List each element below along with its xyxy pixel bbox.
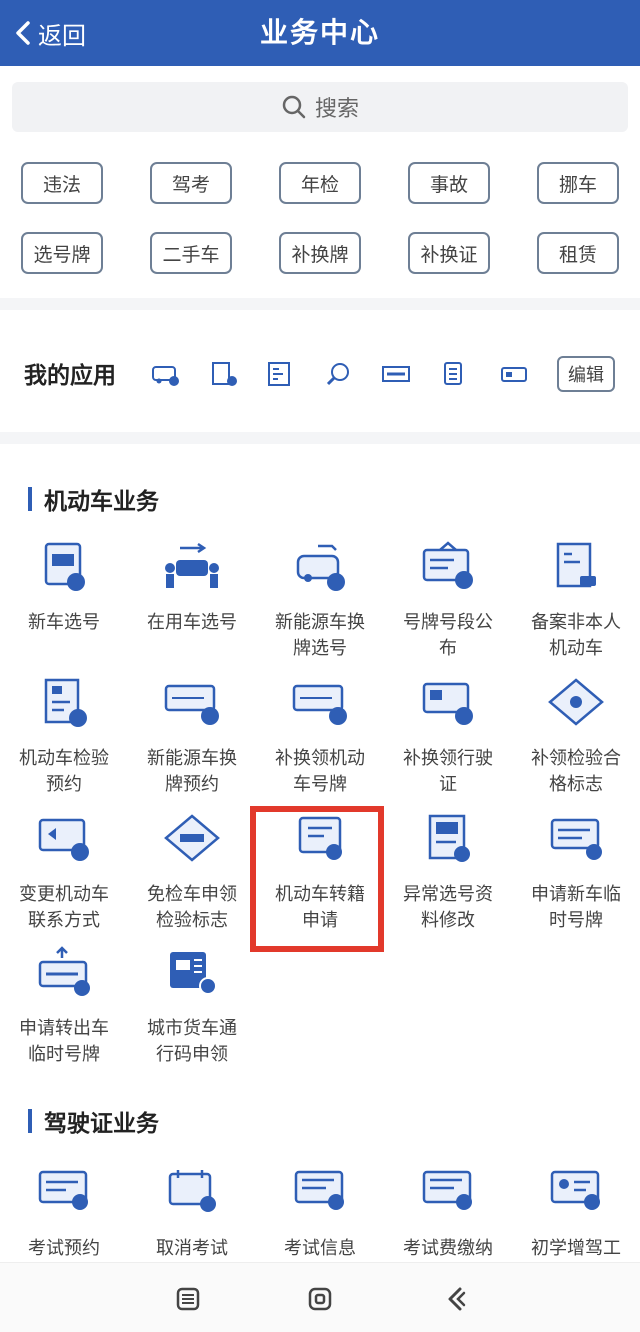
tag-replace-plate[interactable]: 补换牌 [279,232,361,274]
temp-plate-out-icon [38,946,90,996]
service-label: 在用车选号 [147,612,237,633]
tag-rental[interactable]: 租赁 [537,232,619,274]
tag-move-car[interactable]: 挪车 [537,162,619,204]
payment-icon [422,1170,472,1210]
tag-choose-plate[interactable]: 选号牌 [21,232,103,274]
service-exempt-inspection-mark[interactable]: 免检车申领 检验标志 [128,812,256,934]
service-exam-info[interactable]: 考试信息 [256,1166,384,1262]
service-exam-booking[interactable]: 考试预约 [0,1166,128,1262]
search-icon [282,95,306,119]
service-truck-pass[interactable]: 城市货车通 行码申领 [128,946,256,1068]
search-placeholder: 搜索 [314,97,359,122]
car-icon[interactable] [150,360,180,388]
service-label: 补换领机动 车号牌 [275,748,365,795]
service-replace-plate[interactable]: 补换领机动 车号牌 [256,676,384,798]
service-transfer-out-temp-plate[interactable]: 申请转出车 临时号牌 [0,946,128,1068]
system-nav-bar [0,1262,640,1332]
plate-replace-icon [292,684,347,725]
page-title: 业务中心 [259,16,380,49]
ev-car-icon [296,544,345,591]
service-plate-range[interactable]: 号牌号段公布 [384,540,512,662]
service-label: 异常选号资 料修改 [403,884,493,931]
service-change-contact[interactable]: 变更机动车 联系方式 [0,812,128,934]
list-icon[interactable] [440,360,470,388]
exam-reserve-icon [38,1170,88,1210]
exempt-badge-icon [164,814,220,862]
form-icon[interactable] [265,360,295,388]
my-apps-label: 我的应用 [24,363,116,389]
service-new-car-temp-plate[interactable]: 申请新车临 时号牌 [512,812,640,934]
service-label: 申请转出车 临时号牌 [19,1018,109,1065]
board-icon [422,541,473,589]
service-inspection-booking[interactable]: 机动车检验 预约 [0,676,128,798]
service-label: 考试费缴纳 [403,1238,493,1259]
tag-accident[interactable]: 事故 [408,162,490,204]
diamond-badge-icon [548,678,604,726]
contact-change-icon [38,818,89,861]
registration-icon [556,542,596,588]
service-label: 考试信息 [284,1238,356,1259]
back-icon[interactable] [442,1285,470,1313]
new-car-icon [44,542,85,591]
service-cancel-exam[interactable]: 取消考试 [128,1166,256,1262]
service-label: 号牌号段公布 [403,612,493,659]
service-replace-driving-permit[interactable]: 补换领行驶证 [384,676,512,798]
license-replace-icon [422,682,473,725]
tag-driving-test[interactable]: 驾考 [150,162,232,204]
search-input[interactable]: 搜索 [12,82,628,132]
divider [0,432,640,444]
tag-annual-inspection[interactable]: 年检 [279,162,361,204]
service-label: 免检车申领 检验标志 [147,884,237,931]
service-label: 取消考试 [156,1238,228,1259]
menu-icon[interactable] [174,1285,202,1313]
divider [0,298,640,310]
service-label: 变更机动车 联系方式 [19,884,109,931]
service-ev-plate[interactable]: 新能源车换 牌选号 [256,540,384,662]
service-used-car-plate[interactable]: 在用车选号 [128,540,256,636]
car-exchange-icon [165,542,219,588]
service-label: 新车选号 [28,612,100,633]
service-label: 新能源车换 牌选号 [275,612,365,659]
document-icon[interactable] [208,360,238,388]
service-register-others-vehicle[interactable]: 备案非本人 机动车 [512,540,640,662]
service-replace-inspection-mark[interactable]: 补领检验合 格标志 [512,676,640,798]
service-new-car-plate[interactable]: 新车选号 [0,540,128,636]
inspection-icon [44,678,87,727]
exam-info-icon [294,1170,344,1210]
service-label: 补领检验合 格标志 [531,748,621,795]
service-label: 申请新车临 时号牌 [531,884,621,931]
edit-doc-icon [428,814,470,862]
service-label: 初学增驾工 [531,1238,621,1259]
temp-plate-icon [550,818,602,860]
license-section-title: 驾驶证业务 [28,1104,159,1138]
vehicle-section-title: 机动车业务 [28,482,159,516]
service-label: 考试预约 [28,1238,100,1259]
search-car-icon[interactable] [323,360,353,388]
service-label: 补换领行驶证 [403,748,493,795]
my-apps-row: 我的应用 编辑 [0,310,640,438]
service-label: 城市货车通 行码申领 [147,1018,237,1065]
service-label: 新能源车换 牌预约 [147,748,237,795]
app-header: 返回 业务中心 [0,0,640,66]
id-card-icon [550,1170,600,1210]
plate-reserve-icon [164,684,219,725]
service-learner-add-driving[interactable]: 初学增驾工 [512,1166,640,1262]
tag-used-car[interactable]: 二手车 [150,232,232,274]
edit-button[interactable]: 编辑 [557,356,615,392]
tag-violation[interactable]: 违法 [21,162,103,204]
service-label: 机动车检验 预约 [19,748,109,795]
calendar-cancel-icon [168,1170,216,1212]
highlight-box [250,806,384,952]
service-ev-plate-booking[interactable]: 新能源车换 牌预约 [128,676,256,798]
card-icon[interactable] [499,360,529,388]
service-abnormal-plate-edit[interactable]: 异常选号资 料修改 [384,812,512,934]
license-plate-icon[interactable] [381,360,411,388]
home-icon[interactable] [306,1285,334,1313]
tag-replace-license[interactable]: 补换证 [408,232,490,274]
truck-pass-icon [170,952,217,995]
service-label: 备案非本人 机动车 [531,612,621,659]
service-exam-fee-payment[interactable]: 考试费缴纳 [384,1166,512,1262]
